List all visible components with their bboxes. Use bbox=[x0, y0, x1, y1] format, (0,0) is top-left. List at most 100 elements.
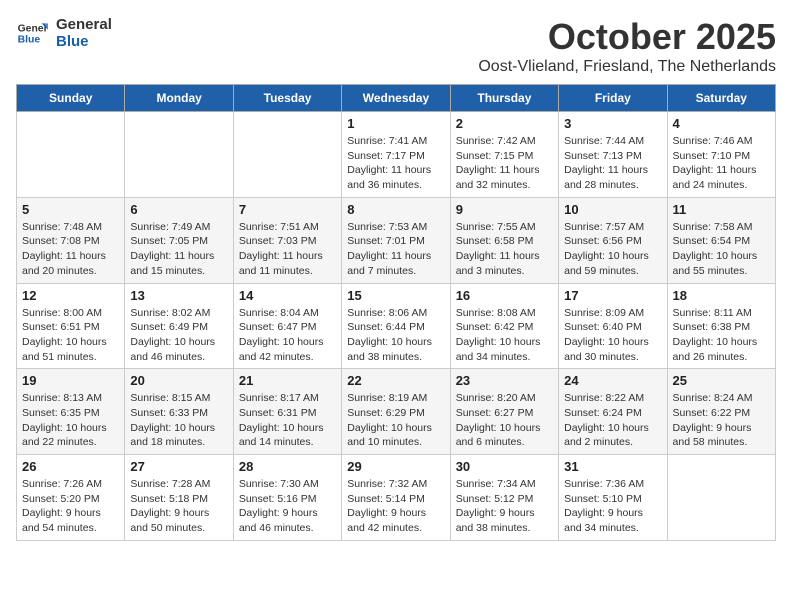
day-number: 11 bbox=[673, 202, 770, 217]
day-number: 7 bbox=[239, 202, 336, 217]
day-number: 15 bbox=[347, 288, 444, 303]
day-number: 8 bbox=[347, 202, 444, 217]
day-number: 22 bbox=[347, 373, 444, 388]
calendar-cell: 31 Sunrise: 7:36 AM Sunset: 5:10 PM Dayli… bbox=[559, 455, 667, 541]
location-title: Oost-Vlieland, Friesland, The Netherland… bbox=[478, 58, 776, 76]
day-number: 24 bbox=[564, 373, 661, 388]
calendar-cell bbox=[17, 112, 125, 198]
day-number: 25 bbox=[673, 373, 770, 388]
svg-text:Blue: Blue bbox=[18, 35, 41, 46]
calendar-cell: 21 Sunrise: 8:17 AM Sunset: 6:31 PM Dayli… bbox=[233, 369, 341, 455]
calendar-cell: 7Sunrise: 7:51 AM Sunset: 7:03 PM Daylig… bbox=[233, 197, 341, 283]
logo-general: General bbox=[56, 16, 112, 33]
day-info: Sunrise: 7:48 AM Sunset: 7:08 PM Dayligh… bbox=[22, 220, 119, 279]
day-info: Sunrise: 7:28 AM Sunset: 5:18 PM Dayligh… bbox=[130, 477, 227, 536]
day-info: Sunrise: 8:06 AM Sunset: 6:44 PM Dayligh… bbox=[347, 306, 444, 365]
day-number: 28 bbox=[239, 459, 336, 474]
day-number: 5 bbox=[22, 202, 119, 217]
week-row-3: 12 Sunrise: 8:00 AM Sunset: 6:51 PM Dayli… bbox=[17, 283, 776, 369]
day-number: 1 bbox=[347, 116, 444, 131]
calendar-cell: 29 Sunrise: 7:32 AM Sunset: 5:14 PM Dayli… bbox=[342, 455, 450, 541]
calendar-cell: 5 Sunrise: 7:48 AM Sunset: 7:08 PM Daylig… bbox=[17, 197, 125, 283]
day-header-monday: Monday bbox=[125, 85, 233, 112]
calendar-cell: 26Sunrise: 7:26 AM Sunset: 5:20 PM Dayli… bbox=[17, 455, 125, 541]
calendar-cell: 18Sunrise: 8:11 AM Sunset: 6:38 PM Dayli… bbox=[667, 283, 775, 369]
day-number: 9 bbox=[456, 202, 553, 217]
calendar-cell: 30 Sunrise: 7:34 AM Sunset: 5:12 PM Dayli… bbox=[450, 455, 558, 541]
day-number: 10 bbox=[564, 202, 661, 217]
calendar-cell: 25 Sunrise: 8:24 AM Sunset: 6:22 PM Dayli… bbox=[667, 369, 775, 455]
day-info: Sunrise: 8:20 AM Sunset: 6:27 PM Dayligh… bbox=[456, 391, 553, 450]
day-info: Sunrise: 7:36 AM Sunset: 5:10 PM Dayligh… bbox=[564, 477, 661, 536]
day-header-sunday: Sunday bbox=[17, 85, 125, 112]
calendar-cell: 24 Sunrise: 8:22 AM Sunset: 6:24 PM Dayli… bbox=[559, 369, 667, 455]
calendar-cell: 1 Sunrise: 7:41 AM Sunset: 7:17 PM Daylig… bbox=[342, 112, 450, 198]
day-info: Sunrise: 8:17 AM Sunset: 6:31 PM Dayligh… bbox=[239, 391, 336, 450]
day-info: Sunrise: 8:24 AM Sunset: 6:22 PM Dayligh… bbox=[673, 391, 770, 450]
logo: General Blue General Blue bbox=[16, 16, 112, 50]
day-number: 13 bbox=[130, 288, 227, 303]
calendar-cell bbox=[233, 112, 341, 198]
day-info: Sunrise: 7:57 AM Sunset: 6:56 PM Dayligh… bbox=[564, 220, 661, 279]
calendar-cell: 19Sunrise: 8:13 AM Sunset: 6:35 PM Dayli… bbox=[17, 369, 125, 455]
day-info: Sunrise: 8:15 AM Sunset: 6:33 PM Dayligh… bbox=[130, 391, 227, 450]
day-header-wednesday: Wednesday bbox=[342, 85, 450, 112]
calendar-cell: 15 Sunrise: 8:06 AM Sunset: 6:44 PM Dayli… bbox=[342, 283, 450, 369]
day-info: Sunrise: 7:44 AM Sunset: 7:13 PM Dayligh… bbox=[564, 134, 661, 193]
day-header-tuesday: Tuesday bbox=[233, 85, 341, 112]
calendar-cell: 4 Sunrise: 7:46 AM Sunset: 7:10 PM Daylig… bbox=[667, 112, 775, 198]
day-number: 31 bbox=[564, 459, 661, 474]
day-header-friday: Friday bbox=[559, 85, 667, 112]
week-row-2: 5 Sunrise: 7:48 AM Sunset: 7:08 PM Daylig… bbox=[17, 197, 776, 283]
day-number: 23 bbox=[456, 373, 553, 388]
calendar-cell: 8 Sunrise: 7:53 AM Sunset: 7:01 PM Daylig… bbox=[342, 197, 450, 283]
month-title: October 2025 bbox=[478, 16, 776, 58]
day-info: Sunrise: 8:08 AM Sunset: 6:42 PM Dayligh… bbox=[456, 306, 553, 365]
logo-blue: Blue bbox=[56, 33, 112, 50]
calendar-cell: 10 Sunrise: 7:57 AM Sunset: 6:56 PM Dayli… bbox=[559, 197, 667, 283]
day-number: 26 bbox=[22, 459, 119, 474]
day-number: 29 bbox=[347, 459, 444, 474]
day-info: Sunrise: 8:22 AM Sunset: 6:24 PM Dayligh… bbox=[564, 391, 661, 450]
day-number: 19 bbox=[22, 373, 119, 388]
header: General Blue General Blue October 2025 O… bbox=[16, 16, 776, 76]
calendar-cell: 28 Sunrise: 7:30 AM Sunset: 5:16 PM Dayli… bbox=[233, 455, 341, 541]
day-number: 17 bbox=[564, 288, 661, 303]
day-info: Sunrise: 7:32 AM Sunset: 5:14 PM Dayligh… bbox=[347, 477, 444, 536]
day-info: Sunrise: 7:34 AM Sunset: 5:12 PM Dayligh… bbox=[456, 477, 553, 536]
day-info: Sunrise: 8:00 AM Sunset: 6:51 PM Dayligh… bbox=[22, 306, 119, 365]
day-number: 3 bbox=[564, 116, 661, 131]
week-row-4: 19Sunrise: 8:13 AM Sunset: 6:35 PM Dayli… bbox=[17, 369, 776, 455]
day-info: Sunrise: 7:53 AM Sunset: 7:01 PM Dayligh… bbox=[347, 220, 444, 279]
title-block: October 2025 Oost-Vlieland, Friesland, T… bbox=[478, 16, 776, 76]
day-number: 27 bbox=[130, 459, 227, 474]
day-info: Sunrise: 8:02 AM Sunset: 6:49 PM Dayligh… bbox=[130, 306, 227, 365]
day-info: Sunrise: 8:19 AM Sunset: 6:29 PM Dayligh… bbox=[347, 391, 444, 450]
day-number: 12 bbox=[22, 288, 119, 303]
calendar-cell: 27 Sunrise: 7:28 AM Sunset: 5:18 PM Dayli… bbox=[125, 455, 233, 541]
day-info: Sunrise: 7:42 AM Sunset: 7:15 PM Dayligh… bbox=[456, 134, 553, 193]
day-number: 4 bbox=[673, 116, 770, 131]
day-info: Sunrise: 7:41 AM Sunset: 7:17 PM Dayligh… bbox=[347, 134, 444, 193]
calendar-cell: 3 Sunrise: 7:44 AM Sunset: 7:13 PM Daylig… bbox=[559, 112, 667, 198]
day-info: Sunrise: 7:46 AM Sunset: 7:10 PM Dayligh… bbox=[673, 134, 770, 193]
day-number: 2 bbox=[456, 116, 553, 131]
calendar-cell: 9Sunrise: 7:55 AM Sunset: 6:58 PM Daylig… bbox=[450, 197, 558, 283]
day-number: 30 bbox=[456, 459, 553, 474]
week-row-1: 1 Sunrise: 7:41 AM Sunset: 7:17 PM Daylig… bbox=[17, 112, 776, 198]
day-header-saturday: Saturday bbox=[667, 85, 775, 112]
calendar-table: SundayMondayTuesdayWednesdayThursdayFrid… bbox=[16, 84, 776, 541]
day-number: 21 bbox=[239, 373, 336, 388]
calendar-cell: 12 Sunrise: 8:00 AM Sunset: 6:51 PM Dayli… bbox=[17, 283, 125, 369]
day-info: Sunrise: 8:04 AM Sunset: 6:47 PM Dayligh… bbox=[239, 306, 336, 365]
day-info: Sunrise: 8:09 AM Sunset: 6:40 PM Dayligh… bbox=[564, 306, 661, 365]
day-info: Sunrise: 7:58 AM Sunset: 6:54 PM Dayligh… bbox=[673, 220, 770, 279]
calendar-cell: 17 Sunrise: 8:09 AM Sunset: 6:40 PM Dayli… bbox=[559, 283, 667, 369]
day-info: Sunrise: 7:30 AM Sunset: 5:16 PM Dayligh… bbox=[239, 477, 336, 536]
week-row-5: 26Sunrise: 7:26 AM Sunset: 5:20 PM Dayli… bbox=[17, 455, 776, 541]
day-header-thursday: Thursday bbox=[450, 85, 558, 112]
calendar-cell: 16Sunrise: 8:08 AM Sunset: 6:42 PM Dayli… bbox=[450, 283, 558, 369]
day-number: 6 bbox=[130, 202, 227, 217]
calendar-cell bbox=[667, 455, 775, 541]
day-number: 14 bbox=[239, 288, 336, 303]
